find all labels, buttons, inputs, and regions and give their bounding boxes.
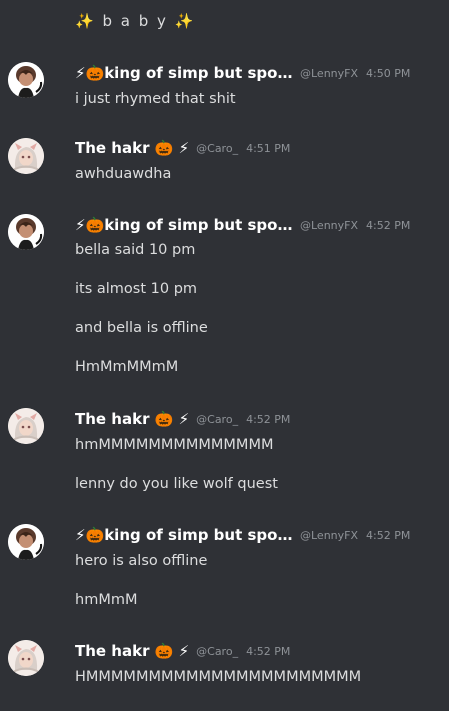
message-header: ⚡🎃king of simp but spo... @LennyFX 4:52 … <box>75 215 410 235</box>
username[interactable]: The hakr 🎃 ⚡ <box>75 642 189 660</box>
user-handle[interactable]: @Caro_ <box>196 645 238 658</box>
user-handle[interactable]: @LennyFX <box>300 67 358 80</box>
message-header: ⚡🎃king of simp but spo... @LennyFX 4:52 … <box>75 525 410 545</box>
message-text: i just rhymed that shit <box>75 91 236 107</box>
timestamp: 4:50 PM <box>366 66 411 80</box>
avatar-caro-icon <box>8 138 44 174</box>
username[interactable]: ⚡🎃king of simp but spo... <box>75 216 293 234</box>
message-text: hmMMMMMMMMMMMMMM <box>75 437 274 453</box>
avatar-lenny[interactable] <box>8 214 44 250</box>
avatar-lenny[interactable] <box>8 524 44 560</box>
username[interactable]: The hakr 🎃 ⚡ <box>75 410 189 428</box>
user-handle[interactable]: @Caro_ <box>196 142 238 155</box>
timestamp: 4:52 PM <box>246 412 291 426</box>
avatar-lenny-icon <box>8 62 44 98</box>
message-text: HMMMMMMMMMMMMMMMMMMMMMM <box>75 669 362 685</box>
user-handle[interactable]: @LennyFX <box>300 529 358 542</box>
message-header: The hakr 🎃 ⚡ @Caro_ 4:52 PM <box>75 409 290 429</box>
message-text: ✨ b a b y ✨ <box>75 12 196 30</box>
user-handle[interactable]: @LennyFX <box>300 219 358 232</box>
avatar-lenny-icon <box>8 214 44 250</box>
message-header: The hakr 🎃 ⚡ @Caro_ 4:52 PM <box>75 641 290 661</box>
message-text: awhduawdha <box>75 166 172 182</box>
user-handle[interactable]: @Caro_ <box>196 413 238 426</box>
message-header: ⚡🎃king of simp but spo... @LennyFX 4:50 … <box>75 63 410 83</box>
username[interactable]: ⚡🎃king of simp but spo... <box>75 64 293 82</box>
message-text: hero is also offline <box>75 553 208 569</box>
message-text: and bella is offline <box>75 320 208 336</box>
message-text: bella said 10 pm <box>75 242 196 258</box>
avatar-lenny[interactable] <box>8 62 44 98</box>
message-text: hmMmM <box>75 592 138 608</box>
timestamp: 4:52 PM <box>366 218 411 232</box>
timestamp: 4:51 PM <box>246 141 291 155</box>
avatar-caro-icon <box>8 640 44 676</box>
avatar-lenny-icon <box>8 524 44 560</box>
timestamp: 4:52 PM <box>366 528 411 542</box>
avatar-caro-icon <box>8 408 44 444</box>
avatar-caro[interactable] <box>8 138 44 174</box>
message-text: lenny do you like wolf quest <box>75 476 278 492</box>
avatar-caro[interactable] <box>8 640 44 676</box>
message-header: The hakr 🎃 ⚡ @Caro_ 4:51 PM <box>75 138 290 158</box>
username[interactable]: The hakr 🎃 ⚡ <box>75 139 189 157</box>
timestamp: 4:52 PM <box>246 644 291 658</box>
message-text: HmMmMMmM <box>75 359 179 375</box>
message-feed: ✨ b a b y ✨ ⚡🎃king of simp but spo... @L… <box>0 0 449 711</box>
message-text: its almost 10 pm <box>75 281 198 297</box>
username[interactable]: ⚡🎃king of simp but spo... <box>75 526 293 544</box>
avatar-caro[interactable] <box>8 408 44 444</box>
